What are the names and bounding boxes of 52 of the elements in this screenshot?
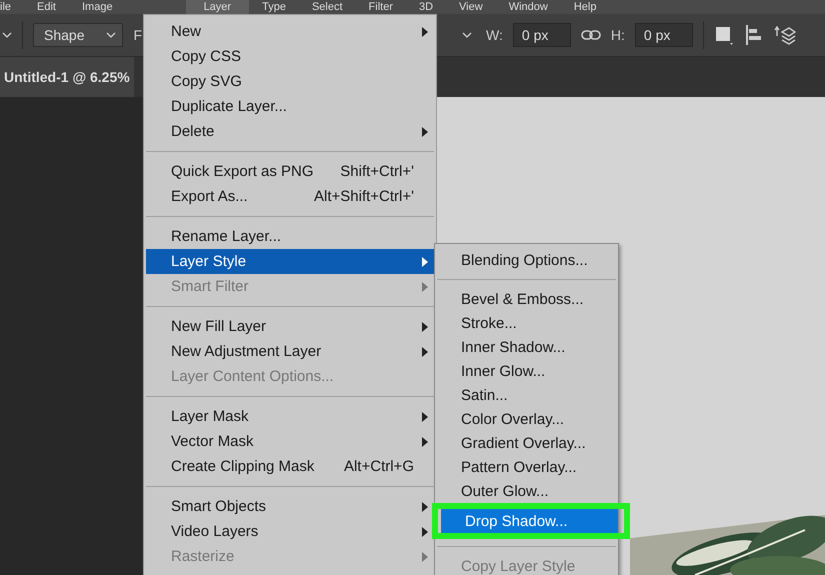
menu-item[interactable]: Layer Style	[146, 249, 434, 274]
menubar-item[interactable]: Help	[560, 0, 610, 14]
menu-item[interactable]: Copy SVG	[146, 69, 434, 94]
menu-item[interactable]: Bevel & Emboss...	[437, 287, 616, 311]
menu-item[interactable]: Copy CSS	[146, 44, 434, 69]
width-field[interactable]: 0 px	[512, 23, 571, 47]
menu-item[interactable]: Delete	[146, 119, 434, 144]
menu-item[interactable]: New	[146, 19, 434, 44]
menubar-item[interactable]: View	[446, 0, 496, 14]
menubar-item[interactable]: Edit	[24, 0, 69, 14]
document-tab[interactable]: Untitled-1 @ 6.25%	[0, 57, 134, 97]
menu-item[interactable]: Outer Glow...	[437, 479, 616, 503]
menu-item[interactable]: New Fill Layer	[146, 314, 434, 339]
menubar-item[interactable]: ile	[0, 0, 24, 14]
menu-item[interactable]: Pattern Overlay...	[437, 455, 616, 479]
menu-item[interactable]: Video Layers	[146, 519, 434, 544]
arrange-icon[interactable]	[774, 24, 796, 46]
menu-item[interactable]: Layer Mask	[146, 404, 434, 429]
menubar-item[interactable]: Window	[496, 0, 561, 14]
menu-item[interactable]: Drop Shadow...	[441, 509, 618, 533]
menu-item[interactable]: Quick Export as PNG Shift+Ctrl+'	[146, 159, 434, 184]
menu-item[interactable]: Rename Layer...	[146, 224, 434, 249]
menu-item[interactable]: Stroke...	[437, 311, 616, 335]
menubar-item[interactable]: Layer	[186, 0, 250, 14]
menubar-item[interactable]: Filter	[356, 0, 406, 14]
menu-item[interactable]: Inner Shadow...	[437, 335, 616, 359]
align-icon[interactable]	[744, 24, 764, 46]
menubar-item[interactable]: 3D	[406, 0, 446, 14]
menu-item[interactable]: Blending Options...	[437, 248, 616, 272]
menu-item[interactable]: Gradient Overlay...	[437, 431, 616, 455]
menu-item[interactable]: Vector Mask	[146, 429, 434, 454]
height-label: H:	[610, 27, 625, 43]
menu-item[interactable]: Create Clipping Mask Alt+Ctrl+G	[146, 454, 434, 479]
menubar-item[interactable]: Type	[249, 0, 299, 14]
height-field[interactable]: 0 px	[634, 23, 693, 47]
menubar-item[interactable]: Image	[68, 0, 126, 14]
fill-label: F	[133, 27, 142, 43]
menu-item[interactable]: Color Overlay...	[437, 407, 616, 431]
menubar-item[interactable]: Select	[298, 0, 356, 14]
mode-dropdown[interactable]: Shape	[33, 23, 124, 47]
menu-item[interactable]: Duplicate Layer...	[146, 94, 434, 119]
menu-item[interactable]: Smart Objects	[146, 494, 434, 519]
menu-item[interactable]: Export As... Alt+Shift+Ctrl+'	[146, 184, 434, 209]
chevron-icon[interactable]	[462, 31, 472, 39]
width-label: W:	[486, 27, 503, 43]
menu-item[interactable]: Inner Glow...	[437, 359, 616, 383]
link-icon[interactable]	[580, 29, 601, 41]
chevron-icon[interactable]	[2, 31, 12, 39]
chevron-icon	[106, 31, 116, 39]
fill-square-icon[interactable]	[714, 25, 734, 45]
menu-item[interactable]: New Adjustment Layer	[146, 339, 434, 364]
menu-item[interactable]: Satin...	[437, 383, 616, 407]
